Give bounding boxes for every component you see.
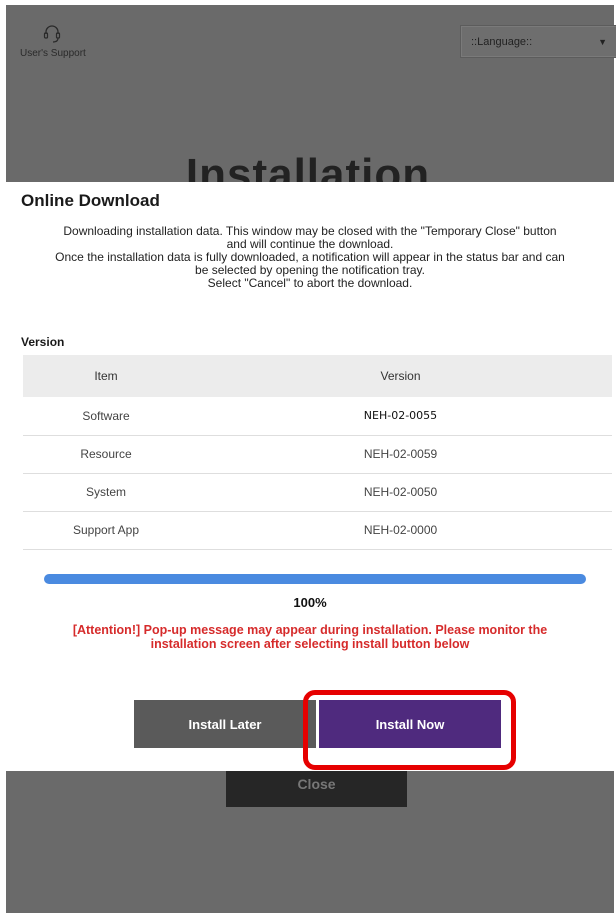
table-header-row: Item Version: [23, 355, 612, 397]
attention-line: [Attention!] Pop-up message may appear d…: [72, 623, 548, 637]
version-cell: NEH-02-0059: [189, 435, 612, 474]
language-select[interactable]: ::Language:: ▼: [460, 25, 616, 58]
users-support-label: User's Support: [20, 48, 86, 59]
version-cell: NEH-02-0050: [189, 473, 612, 512]
version-cell: NEH-02-0055: [189, 397, 612, 436]
item-cell: Support App: [23, 511, 189, 550]
attention-message: [Attention!] Pop-up message may appear d…: [6, 623, 614, 651]
version-cell: NEH-02-0000: [189, 511, 612, 550]
dropdown-arrow-icon: ▼: [598, 36, 607, 47]
version-section-label: Version: [21, 335, 65, 349]
language-select-value: ::Language::: [471, 35, 533, 48]
message-line: Select "Cancel" to abort the download.: [207, 276, 413, 290]
install-later-button[interactable]: Install Later: [134, 700, 316, 748]
table-row: Support App NEH-02-0000: [23, 511, 612, 550]
close-button[interactable]: Close: [226, 770, 407, 807]
install-now-highlight: [303, 690, 516, 770]
table-row: Resource NEH-02-0059: [23, 435, 612, 474]
attention-line: installation screen after selecting inst…: [150, 637, 470, 651]
dialog-message: Downloading installation data. This wind…: [6, 225, 614, 290]
item-cell: Software: [23, 397, 189, 436]
headset-icon: [43, 25, 61, 43]
column-header-item: Item: [23, 355, 189, 397]
table-row: System NEH-02-0050: [23, 473, 612, 512]
item-cell: System: [23, 473, 189, 512]
progress-percent: 100%: [293, 595, 327, 610]
download-progress-bar: [44, 574, 586, 584]
version-table: Item Version Software NEH-02-0055 Resour…: [23, 355, 612, 550]
table-row: Software NEH-02-0055: [23, 397, 612, 436]
item-cell: Resource: [23, 435, 189, 474]
online-download-dialog: Online Download Downloading installation…: [6, 182, 614, 771]
users-support-button[interactable]: User's Support: [20, 23, 100, 59]
column-header-version: Version: [189, 355, 612, 397]
dialog-title: Online Download: [21, 191, 160, 210]
